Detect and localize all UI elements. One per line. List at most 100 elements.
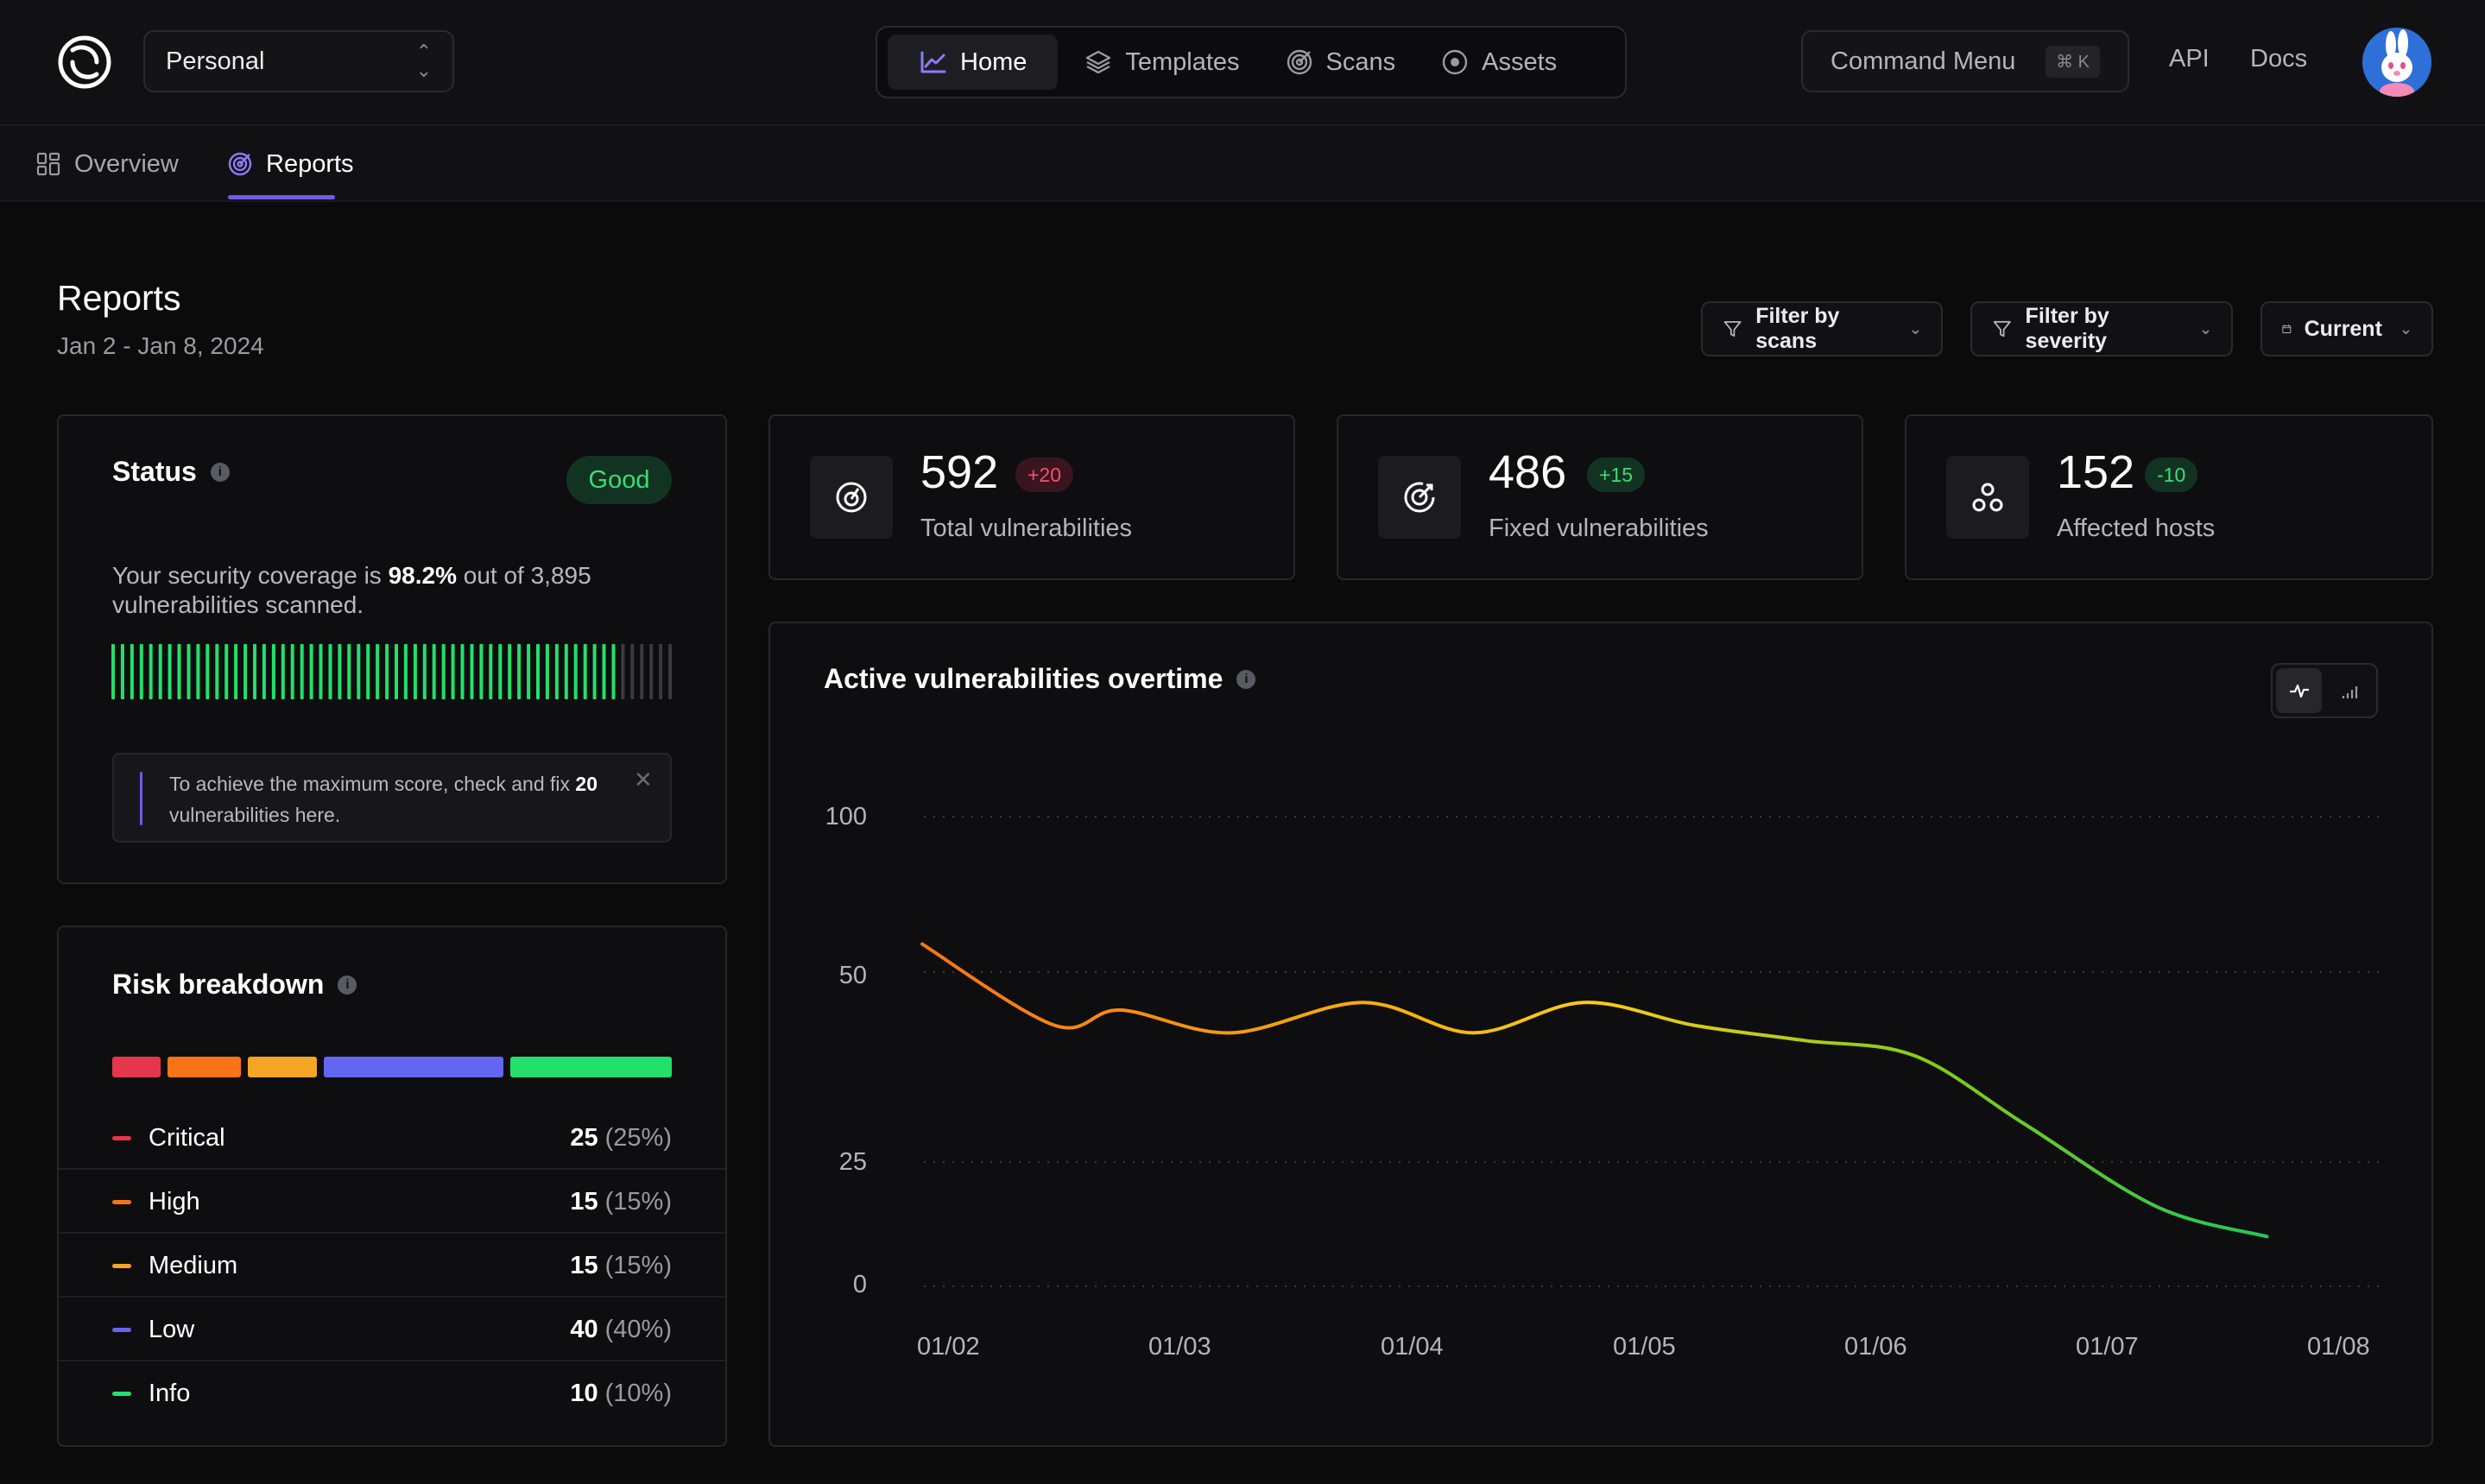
high-dash-icon bbox=[112, 1199, 131, 1204]
coverage-tick-filled bbox=[300, 644, 304, 699]
risk-segment-medium bbox=[248, 1057, 317, 1077]
radar-icon bbox=[836, 482, 867, 513]
risk-pct: (10%) bbox=[604, 1379, 672, 1407]
info-icon[interactable]: i bbox=[210, 462, 230, 482]
period-select[interactable]: Current ⌄ bbox=[2261, 301, 2433, 357]
risk-label: Info bbox=[149, 1379, 191, 1407]
series-line[interactable] bbox=[920, 942, 2269, 1239]
tab-reports[interactable]: Reports bbox=[226, 126, 354, 202]
coverage-tick-filled bbox=[253, 644, 256, 699]
info-dash-icon bbox=[112, 1391, 131, 1396]
stat-icon-wrap bbox=[1378, 456, 1461, 539]
hosts-icon bbox=[1972, 483, 2003, 512]
coverage-tick-filled bbox=[234, 644, 238, 699]
filter-scans-button[interactable]: Filter by scans ⌄ bbox=[1701, 301, 1943, 357]
api-link[interactable]: API bbox=[2169, 45, 2210, 73]
tab-overview[interactable]: Overview bbox=[35, 126, 179, 202]
risk-segment-low bbox=[323, 1057, 504, 1077]
coverage-tick-filled bbox=[564, 644, 568, 699]
coverage-tick-filled bbox=[376, 644, 380, 699]
nav-scans[interactable]: Scans bbox=[1266, 35, 1415, 90]
risk-pct: (15%) bbox=[604, 1251, 672, 1279]
risk-count: 15 bbox=[570, 1187, 598, 1216]
status-badge: Good bbox=[566, 456, 672, 504]
coverage-tick-filled bbox=[422, 644, 427, 699]
filter-severity-button[interactable]: Filter by severity ⌄ bbox=[1970, 301, 2233, 357]
coverage-tick-filled bbox=[206, 644, 210, 699]
nav-templates[interactable]: Templates bbox=[1065, 35, 1258, 90]
coverage-tick-filled bbox=[149, 644, 153, 699]
docs-link[interactable]: Docs bbox=[2250, 45, 2307, 73]
close-icon[interactable]: ✕ bbox=[634, 767, 653, 793]
nav-home-label: Home bbox=[960, 47, 1028, 76]
risk-count: 25 bbox=[570, 1123, 598, 1152]
risk-pct: (40%) bbox=[604, 1315, 672, 1343]
command-menu-label: Command Menu bbox=[1831, 47, 2016, 75]
line-chart bbox=[920, 816, 2383, 1287]
x-tick-label: 01/07 bbox=[2076, 1333, 2139, 1361]
risk-row-medium[interactable]: Medium 15 (15%) bbox=[59, 1234, 725, 1298]
filter-severity-label: Filter by severity bbox=[2025, 304, 2109, 353]
nav-templates-label: Templates bbox=[1125, 47, 1240, 76]
risk-label: Low bbox=[149, 1315, 195, 1343]
stat-label: Total vulnerabilities bbox=[920, 515, 1133, 542]
hint-banner[interactable]: To achieve the maximum score, check and … bbox=[112, 753, 672, 843]
nav-assets[interactable]: Assets bbox=[1421, 35, 1576, 90]
risk-count: 15 bbox=[570, 1251, 598, 1279]
info-icon[interactable]: i bbox=[338, 975, 357, 995]
risk-label: High bbox=[149, 1187, 200, 1216]
coverage-tick-filled bbox=[611, 644, 616, 699]
coverage-tick-filled bbox=[508, 644, 512, 699]
status-title: Status bbox=[112, 456, 197, 487]
x-tick-label: 01/05 bbox=[1613, 1333, 1676, 1361]
chevron-down-icon: ⌄ bbox=[1908, 319, 1922, 338]
chevron-down-icon: ⌄ bbox=[2399, 319, 2412, 338]
command-menu-button[interactable]: Command Menu ⌘ K bbox=[1801, 30, 2129, 92]
coverage-tick-filled bbox=[139, 644, 143, 699]
avatar[interactable] bbox=[2362, 28, 2431, 97]
period-label: Current bbox=[2304, 316, 2382, 341]
nav-home[interactable]: Home bbox=[888, 35, 1059, 90]
hint-accent bbox=[140, 772, 142, 825]
bunny-avatar-icon bbox=[2362, 28, 2431, 97]
coverage-tick-filled bbox=[120, 644, 124, 699]
risk-pct: (15%) bbox=[604, 1187, 672, 1216]
date-range: Jan 2 - Jan 8, 2024 bbox=[57, 332, 264, 359]
coverage-tick-filled bbox=[262, 644, 266, 699]
radio-circle-icon bbox=[1442, 49, 1468, 75]
risk-row-low[interactable]: Low 40 (40%) bbox=[59, 1298, 725, 1361]
app-logo-icon[interactable] bbox=[54, 31, 116, 93]
layers-icon bbox=[1086, 50, 1111, 74]
coverage-tick-empty bbox=[649, 644, 654, 699]
filter-icon bbox=[1993, 320, 2011, 338]
coverage-text: Your security coverage is 98.2% out of 3… bbox=[112, 561, 699, 620]
coverage-tick-filled bbox=[319, 644, 323, 699]
tab-reports-label: Reports bbox=[266, 149, 354, 178]
x-tick-label: 01/02 bbox=[917, 1333, 980, 1361]
coverage-tick-filled bbox=[592, 644, 597, 699]
stat-value: 486 bbox=[1489, 446, 1567, 498]
coverage-tick-filled bbox=[271, 644, 275, 699]
coverage-tick-filled bbox=[489, 644, 493, 699]
risk-row-high[interactable]: High 15 (15%) bbox=[59, 1170, 725, 1234]
coverage-tick-filled bbox=[224, 644, 229, 699]
coverage-tick-filled bbox=[441, 644, 446, 699]
risk-row-info[interactable]: Info 10 (10%) bbox=[59, 1361, 725, 1425]
coverage-value: 98.2% bbox=[388, 562, 457, 589]
coverage-tick-filled bbox=[158, 644, 162, 699]
calendar-icon bbox=[2282, 325, 2292, 333]
risk-count: 10 bbox=[570, 1379, 598, 1407]
coverage-tick-filled bbox=[215, 644, 219, 699]
stat-value: 592 bbox=[920, 446, 999, 498]
coverage-tick-filled bbox=[290, 644, 294, 699]
coverage-tick-filled bbox=[177, 644, 181, 699]
chart-line-icon bbox=[920, 51, 946, 73]
coverage-tick-filled bbox=[479, 644, 484, 699]
coverage-mid: out of 3,895 bbox=[456, 562, 591, 589]
risk-row-critical[interactable]: Critical 25 (25%) bbox=[59, 1106, 725, 1170]
coverage-tick-filled bbox=[130, 644, 134, 699]
coverage-tick-empty bbox=[630, 644, 635, 699]
stat-label: Affected hosts bbox=[2057, 515, 2216, 542]
active-tab-indicator bbox=[228, 195, 335, 199]
workspace-selector[interactable]: Personal ⌃ ⌄ bbox=[143, 30, 454, 92]
